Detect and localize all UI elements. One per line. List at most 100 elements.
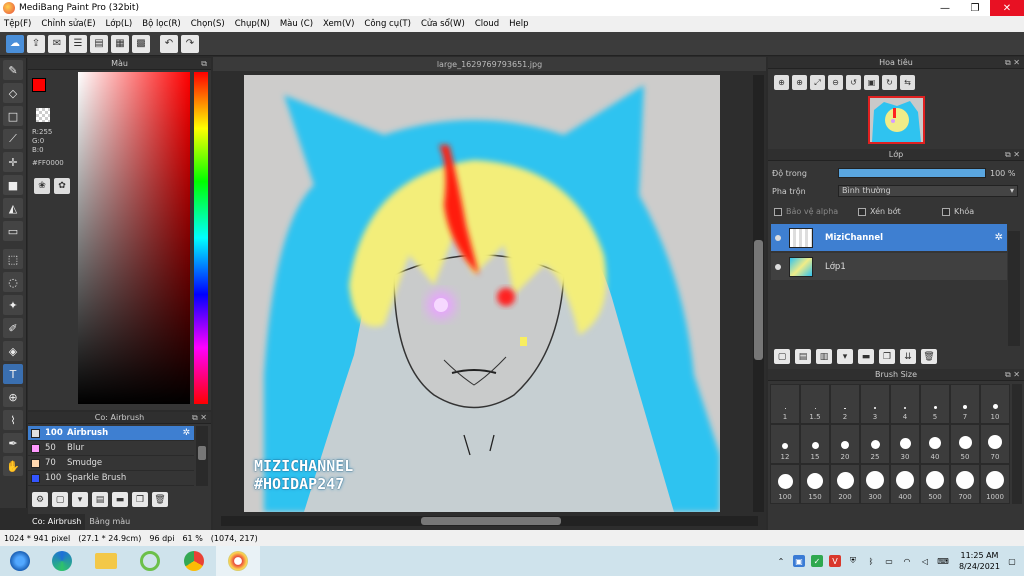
navigator-thumbnail[interactable] <box>868 96 925 144</box>
add-layer-dropdown-icon[interactable]: ▾ <box>837 349 853 364</box>
battery-icon[interactable]: ▭ <box>883 555 895 567</box>
cloud-icon[interactable]: ☁ <box>6 34 24 53</box>
menu-filter[interactable]: Bộ lọc(R) <box>142 19 181 29</box>
chrome-icon[interactable] <box>172 546 216 576</box>
layer-scrollbar[interactable] <box>1008 231 1020 346</box>
volume-icon[interactable]: ◁ <box>919 555 931 567</box>
brush-list-scrollbar[interactable] <box>196 426 208 486</box>
eyedropper-icon[interactable]: ⌇ <box>3 410 23 430</box>
brush-item-airbrush[interactable]: 100 Airbrush ✲ <box>28 426 194 441</box>
scroll-thumb[interactable] <box>754 240 763 360</box>
lasso-tool-icon[interactable]: ◌ <box>3 272 23 292</box>
brush-size-cell[interactable]: 400 <box>890 464 920 504</box>
brush-size-cell[interactable]: 25 <box>860 424 890 464</box>
hue-slider[interactable] <box>194 72 208 404</box>
zoom-in-icon[interactable]: ⊕ <box>774 75 789 90</box>
palette-add-icon[interactable]: ✿ <box>54 178 70 194</box>
panel-popout-icon[interactable]: ⧉ ✕ <box>1005 370 1020 380</box>
layer-item-mizichannel[interactable]: MiziChannel ✲ <box>771 224 1007 251</box>
redo-icon[interactable]: ↷ <box>181 34 199 53</box>
palette-icon[interactable]: ❀ <box>34 178 50 194</box>
brush-size-cell[interactable]: 50 <box>950 424 980 464</box>
panel-popout-icon[interactable]: ⧉ <box>201 59 207 69</box>
brush-size-cell[interactable]: 100 <box>770 464 800 504</box>
artwork-canvas[interactable]: MIZICHANNEL #HOIDAP247 <box>244 75 720 512</box>
notification-icon[interactable]: ▢ <box>1006 555 1018 567</box>
foreground-color-swatch[interactable] <box>32 78 46 92</box>
brush-item-sparkle[interactable]: 100 Sparkle Brush <box>28 471 194 486</box>
brush-settings-icon[interactable]: ⚙ <box>32 492 48 507</box>
line-tool-icon[interactable]: ⟋ <box>3 129 23 149</box>
document-tab[interactable]: large_1629769793651.jpg <box>213 57 766 71</box>
brush-size-cell[interactable]: 1000 <box>980 464 1010 504</box>
panel-popout-icon[interactable]: ⧉ ✕ <box>1005 58 1020 68</box>
protect-alpha-checkbox[interactable]: Bảo vệ alpha <box>774 207 838 216</box>
visibility-icon[interactable] <box>775 234 781 241</box>
transparent-color-swatch[interactable] <box>36 108 50 122</box>
clock[interactable]: 11:25 AM 8/24/2021 <box>959 550 1000 572</box>
brush-size-cell[interactable]: 3 <box>860 384 890 424</box>
fit-icon[interactable]: ⤢ <box>810 75 825 90</box>
menu-tools[interactable]: Công cụ(T) <box>364 19 411 29</box>
gradient-tool-icon[interactable]: ▭ <box>3 221 23 241</box>
tray-check-icon[interactable]: ✓ <box>810 555 823 567</box>
menu-select[interactable]: Chọn(S) <box>191 19 225 29</box>
grid-icon[interactable]: ▩ <box>132 34 150 53</box>
reset-view-icon[interactable]: ▣ <box>864 75 879 90</box>
brush-size-cell[interactable]: 30 <box>890 424 920 464</box>
saturation-value-picker[interactable] <box>78 72 190 404</box>
brush-size-cell[interactable]: 70 <box>980 424 1010 464</box>
tab-brush[interactable]: Co: Airbrush <box>28 514 86 530</box>
menu-layer[interactable]: Lớp(L) <box>106 19 133 29</box>
brush-size-cell[interactable]: 300 <box>860 464 890 504</box>
tray-v-icon[interactable]: V <box>828 555 841 567</box>
maximize-button[interactable]: ❐ <box>960 0 990 16</box>
canvas-horizontal-scrollbar[interactable] <box>221 516 758 526</box>
scroll-thumb[interactable] <box>421 517 561 525</box>
brush-size-cell[interactable]: 10 <box>980 384 1010 424</box>
zoom-out-icon[interactable]: ⊖ <box>828 75 843 90</box>
blend-mode-select[interactable]: Bình thường ▾ <box>838 185 1018 197</box>
menu-file[interactable]: Tệp(F) <box>4 19 31 29</box>
folder-icon[interactable]: ▬ <box>112 492 128 507</box>
edge-icon[interactable] <box>40 546 84 576</box>
tab-palette[interactable]: Bảng màu <box>85 514 134 530</box>
brush-item-blur[interactable]: 50 Blur <box>28 441 194 456</box>
brush-size-cell[interactable]: 40 <box>920 424 950 464</box>
brush-size-cell[interactable]: 1 <box>770 384 800 424</box>
brush-tool-icon[interactable]: ✎ <box>3 60 23 80</box>
brush-size-cell[interactable]: 1.5 <box>800 384 830 424</box>
chevron-up-icon[interactable]: ⌃ <box>775 555 787 567</box>
operation-tool-icon[interactable]: ⊕ <box>3 387 23 407</box>
menu-help[interactable]: Help <box>509 19 528 29</box>
menu-color[interactable]: Màu (C) <box>280 19 313 29</box>
move-tool-icon[interactable]: ✛ <box>3 152 23 172</box>
folder-icon[interactable]: ▬ <box>858 349 874 364</box>
hand-tool-icon[interactable]: ✋ <box>3 456 23 476</box>
select-eraser-icon[interactable]: ◈ <box>3 341 23 361</box>
document-icon[interactable]: ▤ <box>90 34 108 53</box>
brush-size-cell[interactable]: 20 <box>830 424 860 464</box>
select-tool-icon[interactable]: ⬚ <box>3 249 23 269</box>
wifi-icon[interactable]: ◠ <box>901 555 913 567</box>
share-icon[interactable]: ⇪ <box>27 34 45 53</box>
new-8bit-layer-icon[interactable]: ▥ <box>816 349 832 364</box>
brush-size-scrollbar[interactable] <box>1012 384 1022 504</box>
gear-icon[interactable]: ✲ <box>182 428 190 438</box>
chat-icon[interactable]: ☰ <box>69 34 87 53</box>
brush-size-cell[interactable]: 7 <box>950 384 980 424</box>
layer-item-lop1[interactable]: Lớp1 <box>771 253 1007 280</box>
eraser-tool-icon[interactable]: ◇ <box>3 83 23 103</box>
medibang-taskbar-icon[interactable] <box>216 546 260 576</box>
panel-popout-icon[interactable]: ⧉ ✕ <box>1005 150 1020 160</box>
rotate-left-icon[interactable]: ↺ <box>846 75 861 90</box>
brush-size-cell[interactable]: 15 <box>800 424 830 464</box>
file-explorer-icon[interactable] <box>84 546 128 576</box>
tray-app-icon[interactable]: ▣ <box>792 555 805 567</box>
panel-popout-icon[interactable]: ⧉ ✕ <box>192 413 207 423</box>
comment-icon[interactable]: ✉ <box>48 34 66 53</box>
new-halftone-layer-icon[interactable]: ▤ <box>795 349 811 364</box>
bluetooth-icon[interactable]: ᛒ <box>865 555 877 567</box>
brush-property-icon[interactable]: ▤ <box>92 492 108 507</box>
trash-icon[interactable]: 🗑 <box>152 492 168 507</box>
